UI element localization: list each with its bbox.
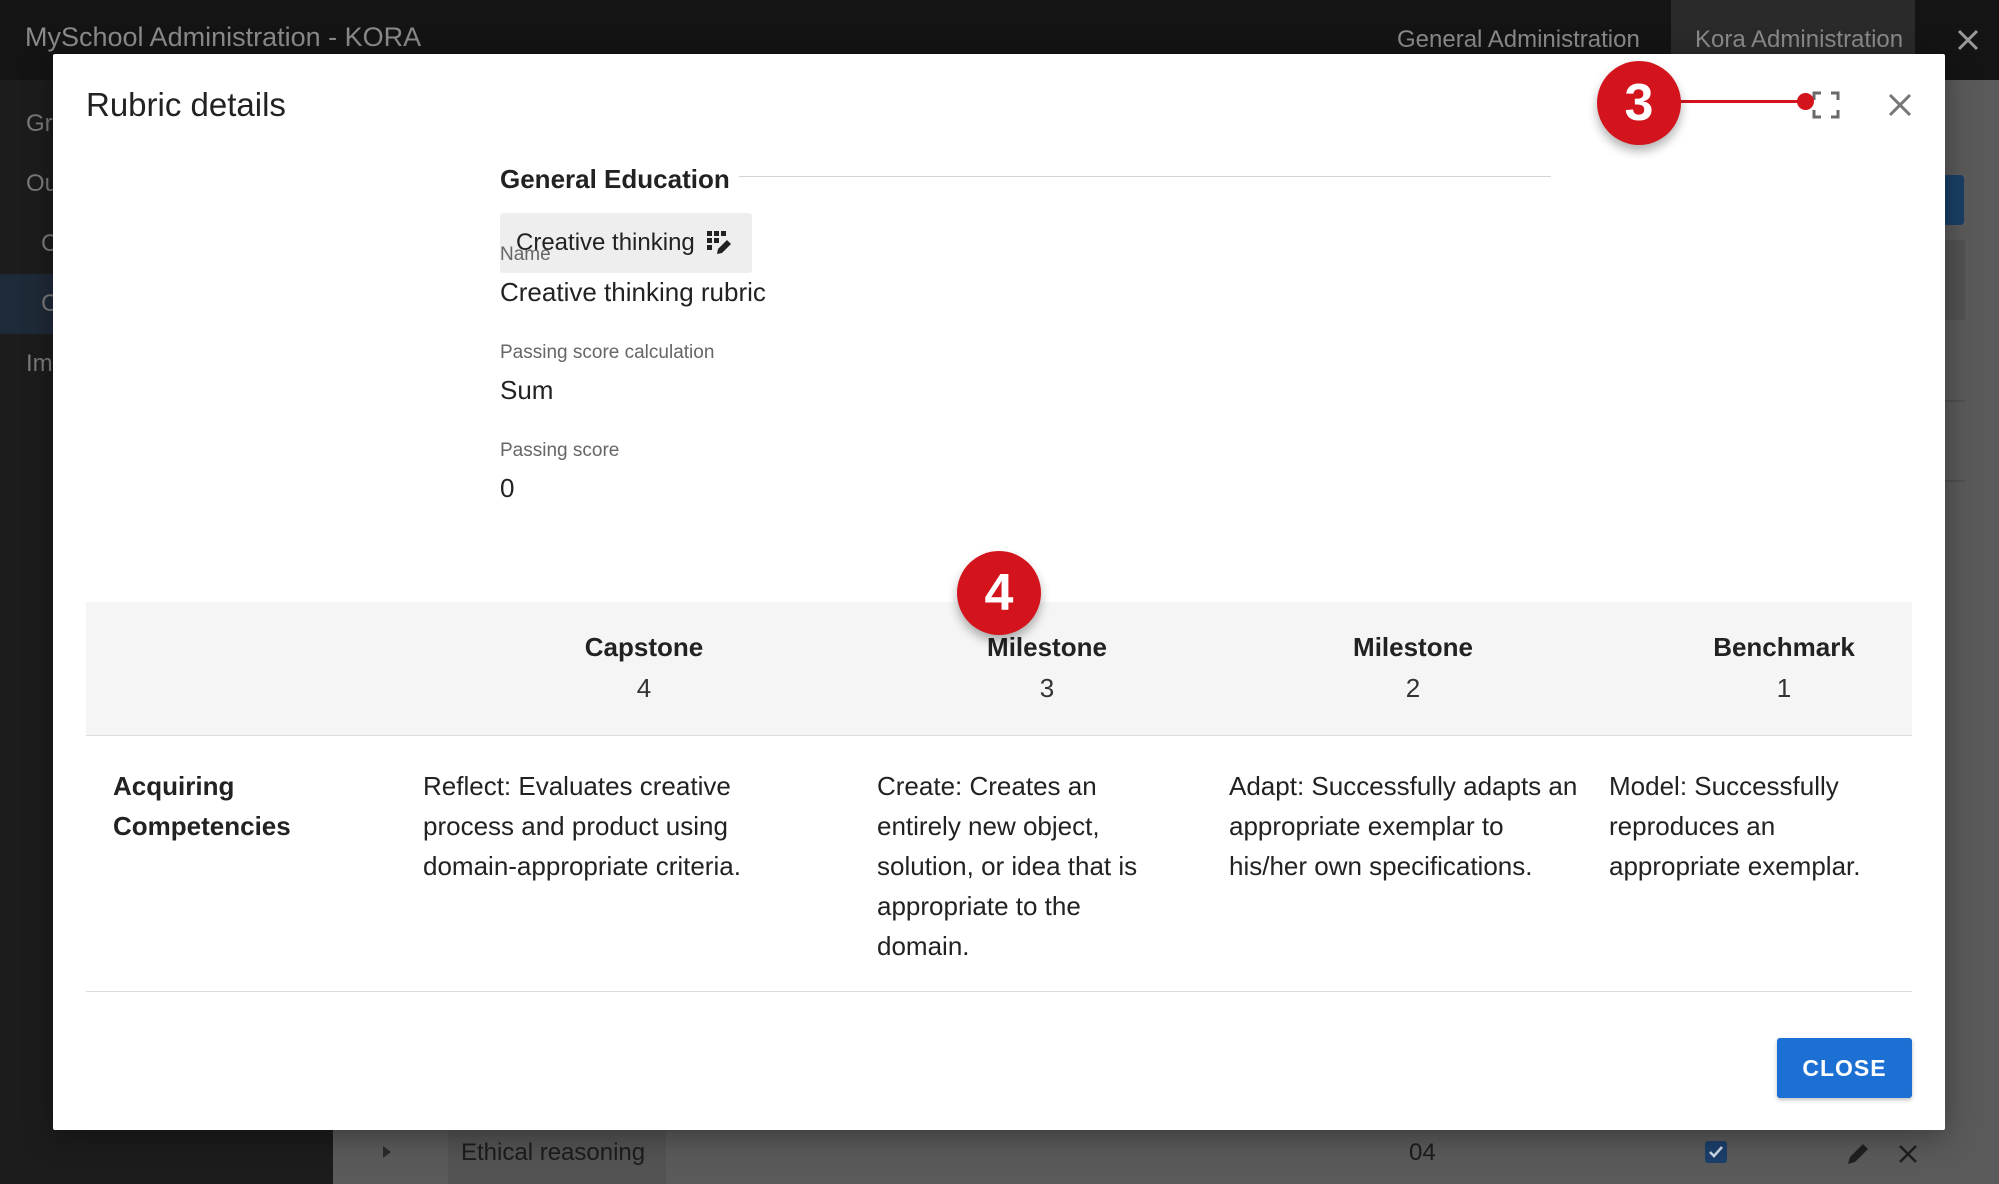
close-icon[interactable] <box>1948 20 1988 60</box>
rubric-cell: Create: Creates an entirely new object, … <box>877 771 1138 961</box>
level-name: Milestone <box>1353 632 1473 662</box>
level-score: 1 <box>1776 673 1792 703</box>
criterion-name: Acquiring Competencies <box>113 771 291 841</box>
background-panel <box>1945 240 1965 320</box>
divider <box>1945 400 1965 402</box>
check-icon <box>1709 1146 1723 1158</box>
level-header: Milestone 3 <box>887 632 1207 704</box>
passing-score-label: Passing score <box>500 440 620 461</box>
level-score: 3 <box>1039 673 1055 703</box>
delete-icon[interactable] <box>1893 1139 1923 1169</box>
level-header: Capstone 4 <box>484 632 804 704</box>
row-label: Ethical reasoning <box>461 1139 646 1166</box>
row-number: 04 <box>1409 1139 1436 1166</box>
divider <box>1945 480 1965 482</box>
callout-marker: 3 <box>1597 61 1681 145</box>
rubric-criterion-row: Acquiring Competencies Reflect: Evaluate… <box>86 736 1912 992</box>
callout-dot <box>1797 93 1814 110</box>
calculation-label: Passing score calculation <box>500 342 715 363</box>
section-heading: General Education <box>500 164 730 194</box>
background-button[interactable] <box>1942 175 1964 225</box>
level-score: 4 <box>636 673 652 703</box>
app-title: MySchool Administration - KORA <box>25 22 422 52</box>
caret-right-icon[interactable] <box>380 1144 394 1160</box>
rubric-grid-icon <box>707 231 731 254</box>
row-checkbox[interactable] <box>1705 1141 1727 1163</box>
passing-score-value: 0 <box>500 473 515 503</box>
divider <box>739 176 1551 177</box>
level-name: Benchmark <box>1713 632 1855 662</box>
edit-icon[interactable] <box>1843 1139 1873 1169</box>
level-score: 2 <box>1405 673 1421 703</box>
close-button[interactable]: CLOSE <box>1777 1038 1912 1098</box>
name-value: Creative thinking rubric <box>500 277 766 307</box>
close-icon[interactable] <box>1883 88 1917 122</box>
name-label: Name <box>500 244 551 265</box>
callout-marker: 4 <box>957 551 1041 635</box>
level-name: Capstone <box>584 632 704 662</box>
level-header: Milestone 2 <box>1253 632 1573 704</box>
level-header: Benchmark 1 <box>1624 632 1944 704</box>
rubric-cell: Reflect: Evaluates creative process and … <box>423 771 741 881</box>
calculation-value: Sum <box>500 375 554 405</box>
rubric-cell: Model: Successfully reproduces an approp… <box>1609 771 1861 881</box>
rubric-cell: Adapt: Successfully adapts an appropriat… <box>1229 771 1578 881</box>
dialog-title: Rubric details <box>86 86 286 123</box>
callout-leader-line <box>1677 100 1805 103</box>
level-name: Milestone <box>987 632 1107 662</box>
fullscreen-icon[interactable] <box>1811 90 1841 120</box>
